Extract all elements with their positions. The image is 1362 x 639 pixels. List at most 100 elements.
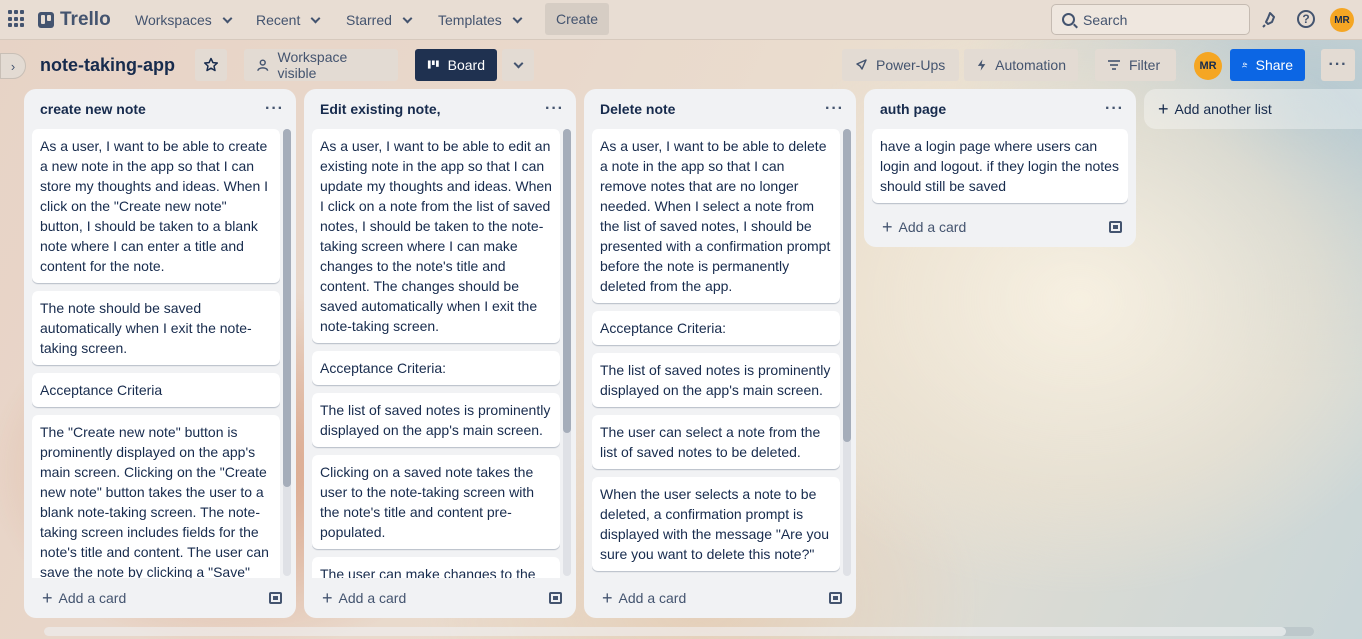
board-title[interactable]: note-taking-app [40,55,175,76]
list-title[interactable]: create new note [40,101,146,117]
card[interactable]: The "Create new note" button is prominen… [32,415,280,578]
list-footer: + Add a card [864,207,1136,247]
list-header[interactable]: Delete note ··· [584,89,856,129]
menu-label: Templates [438,12,502,28]
card[interactable]: As a user, I want to be able to edit an … [312,129,560,343]
list-delete-note: Delete note ··· As a user, I want to be … [584,89,856,618]
card-template-icon[interactable] [269,592,282,604]
list-header[interactable]: create new note ··· [24,89,296,129]
scrollbar-thumb[interactable] [563,129,571,433]
card[interactable]: When the user selects a note to be delet… [592,477,840,571]
plus-icon: + [322,588,333,608]
card[interactable]: The user can make changes to the [312,557,560,578]
card-template-icon[interactable] [1109,221,1122,233]
add-list-button[interactable]: + Add another list [1144,89,1362,129]
add-card-label: Add a card [898,219,967,235]
board-icon [427,60,439,69]
chevron-down-icon [513,58,523,68]
list-footer: + Add a card [584,578,856,618]
avatar[interactable]: MR [1330,8,1354,32]
card[interactable]: As a user, I want to be able to delete a… [592,129,840,303]
automation-button[interactable]: Automation [964,49,1078,81]
card[interactable]: Acceptance Criteria: [592,311,840,345]
card[interactable]: have a login page where users can login … [872,129,1128,203]
card-template-icon[interactable] [829,592,842,604]
starred-menu[interactable]: Starred [336,4,421,36]
menu-label: Recent [256,12,301,28]
add-card-label: Add a card [618,590,687,606]
card-container: As a user, I want to be able to edit an … [312,129,560,578]
templates-menu[interactable]: Templates [428,4,531,36]
scrollbar-thumb[interactable] [283,129,291,487]
logo-text: Trello [60,9,111,30]
share-button[interactable]: Share [1230,49,1305,81]
card[interactable]: The note should be saved automatically w… [32,291,280,365]
filter-icon [1108,60,1120,70]
add-card-button[interactable]: + Add a card [42,589,126,607]
card[interactable]: Acceptance Criteria [32,373,280,407]
notifications-icon[interactable] [1259,9,1281,31]
add-list-label: Add another list [1174,101,1272,117]
add-card-button[interactable]: + Add a card [602,589,686,607]
list-title[interactable]: auth page [880,101,946,117]
power-ups-button[interactable]: Power-Ups [842,49,959,81]
add-person-icon [1242,62,1248,68]
chevron-down-icon [310,13,321,23]
list-header[interactable]: auth page ··· [864,89,1136,129]
list-create-new-note: create new note ··· As a user, I want to… [24,89,296,618]
visibility-label: Workspace visible [277,49,348,81]
card[interactable]: Acceptance Criteria: [312,351,560,385]
workspaces-menu[interactable]: Workspaces [125,4,241,36]
list-scrollbar[interactable] [283,129,291,576]
scrollbar-thumb[interactable] [843,129,851,442]
plus-icon: + [882,217,893,237]
help-icon[interactable]: ? [1297,10,1315,28]
search-input[interactable]: Search [1051,4,1250,35]
card[interactable]: The list of saved notes is prominently d… [312,393,560,447]
menu-label: Workspaces [135,12,212,28]
list-menu-icon[interactable]: ··· [265,100,284,118]
board-horizontal-scrollbar[interactable] [44,627,1314,636]
star-board-button[interactable] [195,49,227,81]
board-menu-button[interactable]: ··· [1321,49,1355,81]
add-card-button[interactable]: + Add a card [882,218,966,236]
share-label: Share [1255,57,1293,73]
list-title[interactable]: Edit existing note, [320,101,441,117]
board-member-avatar[interactable]: MR [1194,52,1222,80]
card[interactable]: Clicking on a saved note takes the user … [312,455,560,549]
filter-label: Filter [1129,57,1161,73]
list-title[interactable]: Delete note [600,101,675,117]
chevron-down-icon [222,13,233,23]
visibility-button[interactable]: Workspace visible [244,49,398,81]
list-menu-icon[interactable]: ··· [825,100,844,118]
sidebar-toggle-chevron-right-icon[interactable]: › [0,53,26,79]
card[interactable]: The user can select a note from the list… [592,415,840,469]
recent-menu[interactable]: Recent [246,4,329,36]
list-edit-existing-note: Edit existing note, ··· As a user, I wan… [304,89,576,618]
scrollbar-thumb[interactable] [44,627,1286,636]
list-footer: + Add a card [24,578,296,618]
lightning-icon [977,59,986,71]
list-header[interactable]: Edit existing note, ··· [304,89,576,129]
view-switcher-button[interactable] [502,49,534,81]
top-navigation: Trello Workspaces Recent Starred Templat… [0,0,1362,40]
add-card-button[interactable]: + Add a card [322,589,406,607]
card-template-icon[interactable] [549,592,562,604]
more-options-icon: ··· [1328,56,1348,73]
add-card-label: Add a card [338,590,407,606]
filter-button[interactable]: Filter [1095,49,1176,81]
board-view-button[interactable]: Board [415,49,497,81]
create-button[interactable]: Create [545,3,609,35]
star-icon [203,57,219,72]
card[interactable]: As a user, I want to be able to create a… [32,129,280,283]
list-menu-icon[interactable]: ··· [1105,100,1124,118]
list-footer: + Add a card [304,578,576,618]
card[interactable]: The list of saved notes is prominently d… [592,353,840,407]
rocket-icon [856,59,867,70]
trello-logo[interactable]: Trello [38,9,111,31]
list-scrollbar[interactable] [843,129,851,576]
app-switcher-icon[interactable] [8,10,26,28]
list-scrollbar[interactable] [563,129,571,576]
list-menu-icon[interactable]: ··· [545,100,564,118]
list-auth-page: auth page ··· have a login page where us… [864,89,1136,247]
